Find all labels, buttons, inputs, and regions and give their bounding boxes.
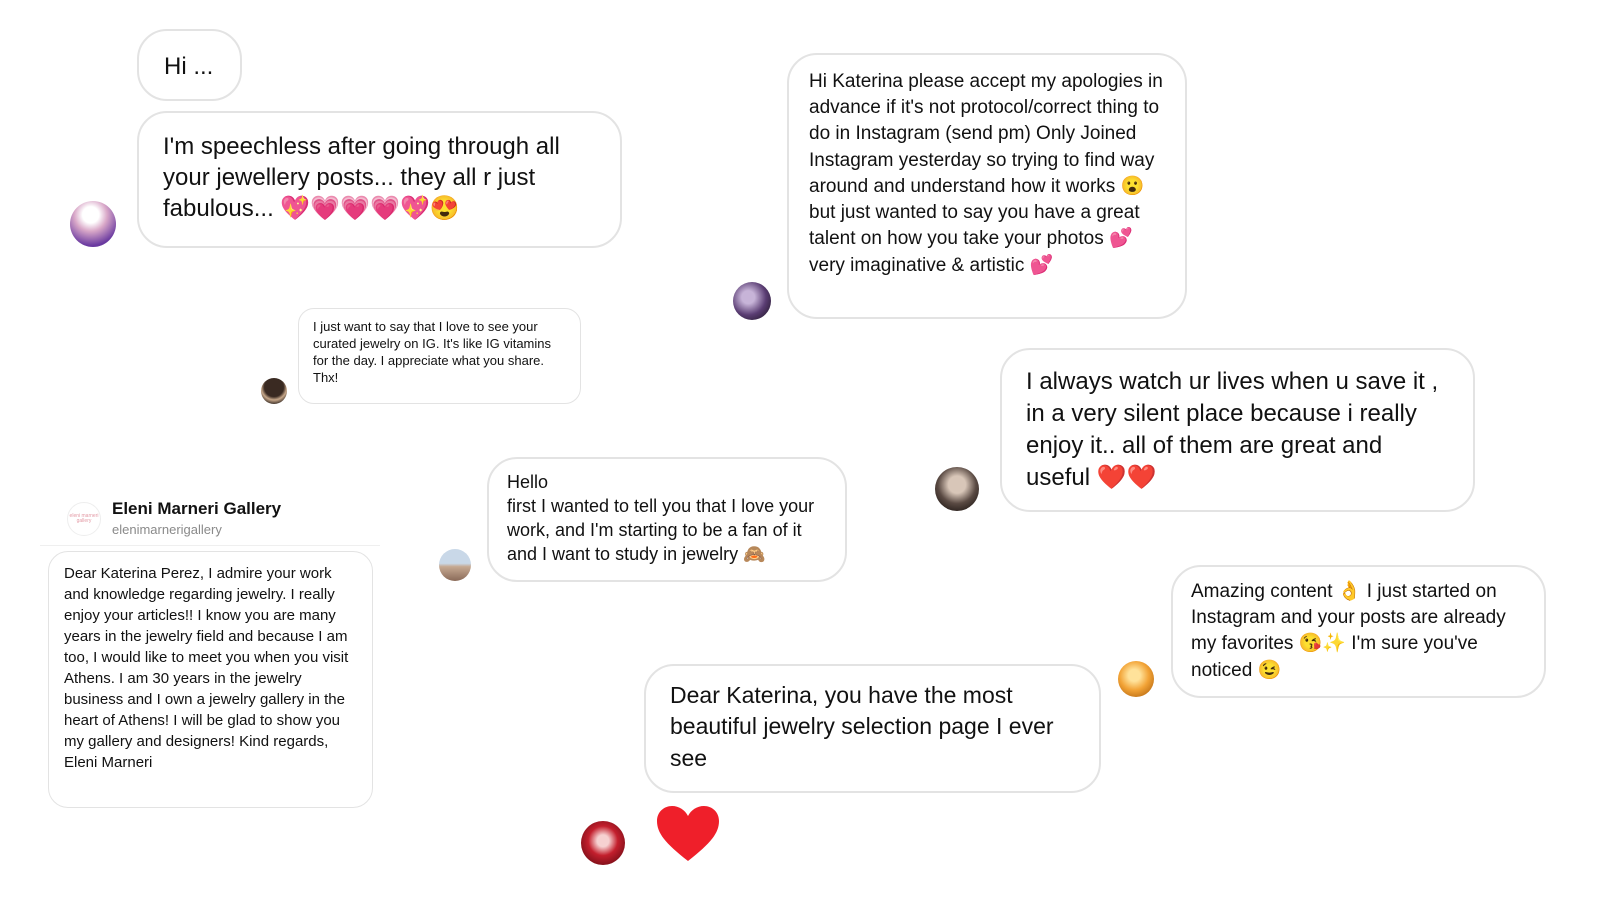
- message-text: Amazing content 👌 I just started on Inst…: [1191, 581, 1506, 681]
- message-text: Dear Katerina Perez, I admire your work …: [64, 565, 349, 771]
- message-bubble-speechless: I'm speechless after going through all y…: [137, 111, 622, 248]
- sender-avatar[interactable]: [70, 201, 116, 247]
- message-bubble-hello: Hello first I wanted to tell you that I …: [487, 457, 847, 582]
- heart-reaction-icon: [657, 806, 719, 861]
- message-text: Dear Katerina, you have the most beautif…: [670, 682, 1054, 771]
- message-text: I'm speechless after going through all y…: [163, 133, 560, 223]
- header-divider: [40, 545, 380, 546]
- message-bubble-vitamins: I just want to say that I love to see yo…: [298, 308, 581, 404]
- sender-avatar[interactable]: [261, 378, 287, 404]
- message-bubble-lives: I always watch ur lives when u save it ,…: [1000, 348, 1475, 512]
- message-text: first I wanted to tell you that I love y…: [507, 495, 815, 564]
- gallery-handle: elenimarnerigallery: [112, 522, 222, 537]
- message-text: I always watch ur lives when u save it ,…: [1026, 368, 1439, 492]
- gallery-logo[interactable]: eleni marneri gallery: [67, 502, 101, 536]
- sender-avatar[interactable]: [733, 282, 771, 320]
- sender-avatar[interactable]: [1118, 661, 1154, 697]
- message-bubble-hi: Hi ...: [137, 29, 242, 101]
- sender-avatar[interactable]: [935, 467, 979, 511]
- message-text: Hi Katerina please accept my apologies i…: [809, 71, 1163, 276]
- message-bubble-gallery: Dear Katerina Perez, I admire your work …: [48, 551, 373, 808]
- gallery-logo-text: eleni marneri gallery: [69, 512, 99, 524]
- message-bubble-selection: Dear Katerina, you have the most beautif…: [644, 664, 1101, 793]
- gallery-name[interactable]: Eleni Marneri Gallery: [112, 499, 281, 519]
- sender-avatar[interactable]: [439, 549, 471, 581]
- message-bubble-amazing: Amazing content 👌 I just started on Inst…: [1171, 565, 1546, 698]
- sender-avatar[interactable]: [581, 821, 625, 865]
- message-bubble-apologies: Hi Katerina please accept my apologies i…: [787, 53, 1187, 319]
- message-text: I just want to say that I love to see yo…: [313, 319, 552, 385]
- message-text: Hi ...: [164, 53, 214, 80]
- message-text-greeting: Hello: [507, 472, 549, 492]
